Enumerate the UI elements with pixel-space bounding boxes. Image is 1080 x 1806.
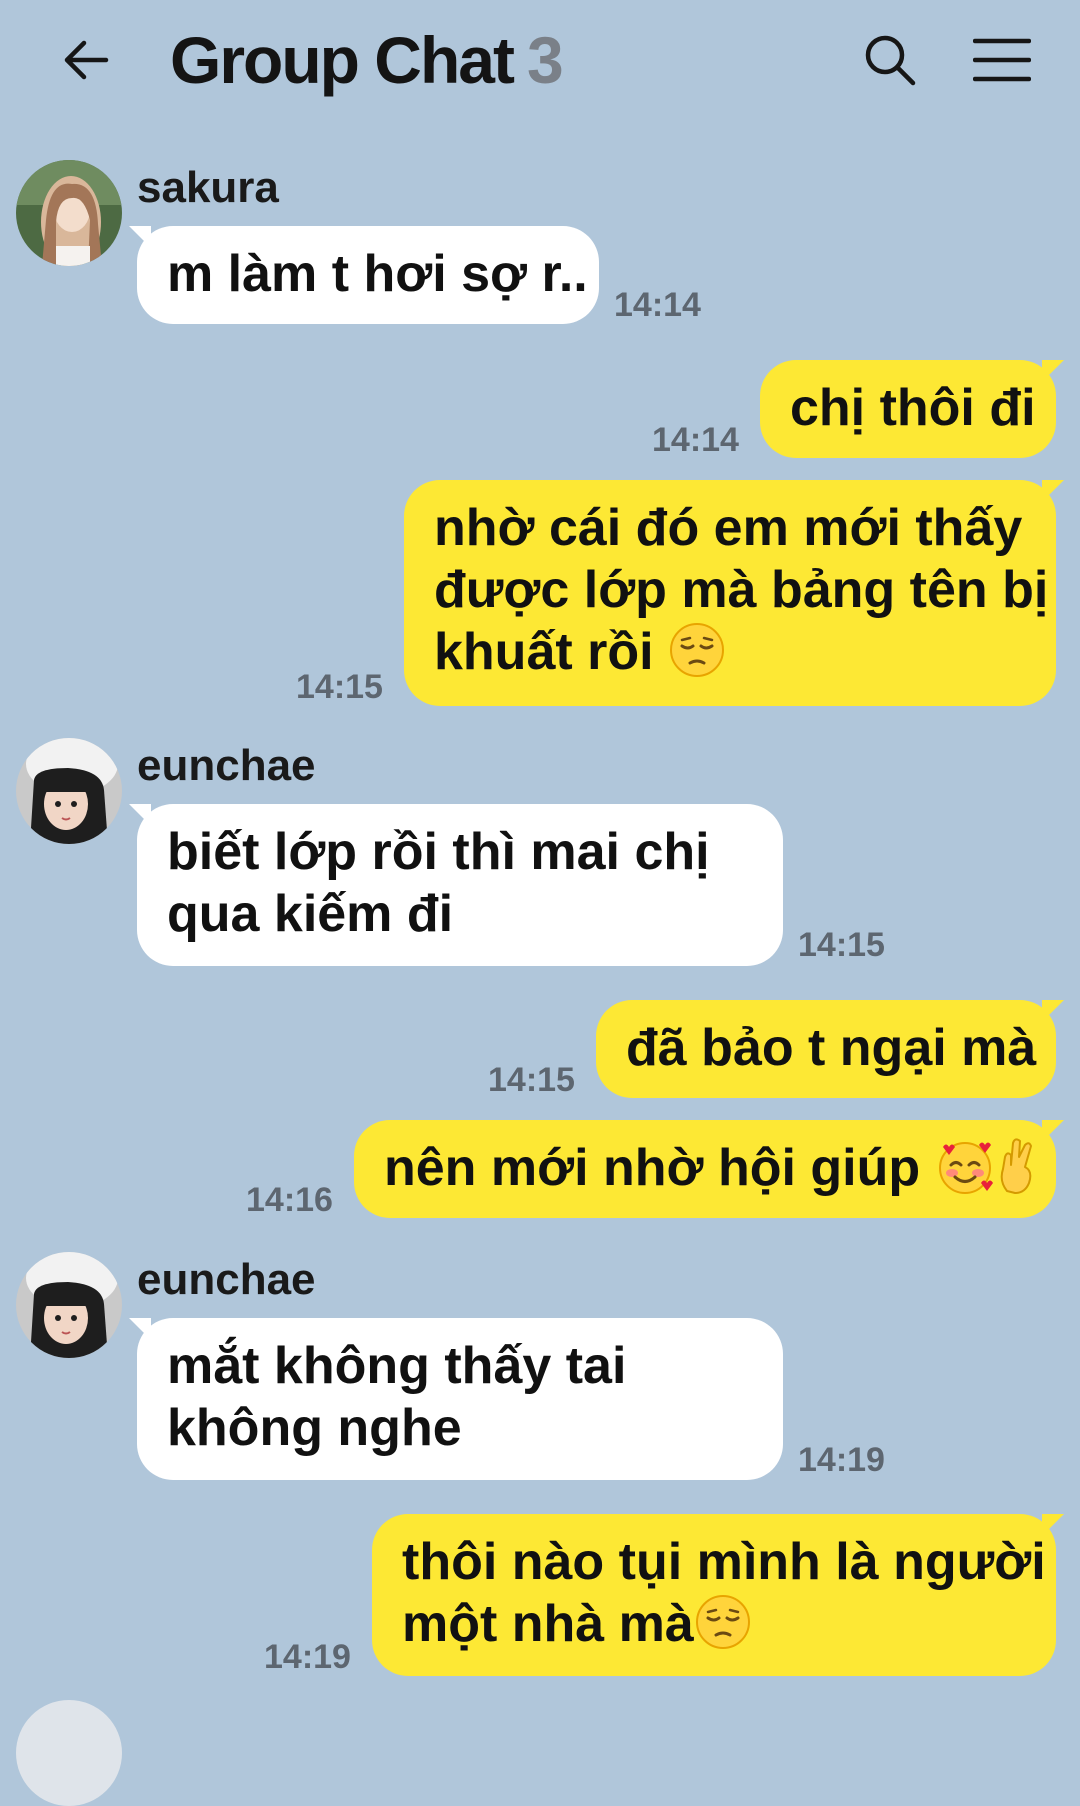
arrow-left-icon [64, 40, 109, 80]
page-title: Group Chat 3 [170, 22, 564, 98]
chat-header: Group Chat 3 [0, 0, 1080, 130]
message-bubble[interactable]: đã bảo t ngại mà [596, 1000, 1064, 1098]
sender-name: eunchae [137, 741, 316, 790]
message-text: chị thôi đi [790, 379, 1036, 437]
avatar[interactable] [16, 1700, 122, 1806]
message-line: mắt không thấy tai [167, 1337, 627, 1395]
message-bubble[interactable]: mắt không thấy tai không nghe [129, 1318, 783, 1480]
sender-name: eunchae [137, 1255, 316, 1304]
avatar-sakura[interactable] [16, 160, 122, 266]
message-time: 14:15 [488, 1061, 575, 1099]
message-time: 14:14 [652, 421, 739, 459]
message-time: 14:14 [614, 286, 701, 324]
message-line: được lớp mà bảng tên bị [434, 561, 1049, 619]
message-text: nên mới nhờ hội giúp [384, 1139, 921, 1197]
message-time: 14:15 [296, 668, 383, 706]
message-time: 14:19 [798, 1441, 885, 1479]
avatar-eunchae[interactable] [16, 1252, 122, 1358]
pensive-face-icon [668, 621, 726, 693]
message-bubble[interactable]: nên mới nhờ hội giúp [354, 1120, 1064, 1218]
message-bubble[interactable]: m làm t hơi sợ r.. [129, 226, 599, 324]
message-line: thôi nào tụi mình là người [402, 1533, 1046, 1591]
message-line: biết lớp rồi thì mai chị [167, 823, 710, 881]
crossed-fingers-icon [995, 1137, 1039, 1209]
message-bubble[interactable]: chị thôi đi [760, 360, 1064, 458]
member-count: 3 [526, 23, 564, 97]
smiling-face-with-hearts-icon [935, 1137, 995, 1209]
message-bubble[interactable]: biết lớp rồi thì mai chị qua kiếm đi [129, 804, 783, 966]
message-line: qua kiếm đi [167, 885, 454, 943]
search-button[interactable] [850, 24, 930, 96]
hamburger-menu-icon [973, 38, 1031, 82]
message-time: 14:16 [246, 1181, 333, 1219]
search-icon [865, 35, 916, 86]
message-line: nhờ cái đó em mới thấy [434, 499, 1023, 557]
pensive-face-icon [694, 1593, 752, 1665]
menu-button[interactable] [964, 24, 1040, 96]
message-line: không nghe [167, 1399, 462, 1457]
back-button[interactable] [50, 24, 122, 96]
message-line: khuất rồi [434, 623, 654, 681]
avatar-eunchae[interactable] [16, 738, 122, 844]
message-time: 14:15 [798, 926, 885, 964]
sender-name: sakura [137, 163, 279, 212]
message-time: 14:19 [264, 1638, 351, 1676]
message-text: đã bảo t ngại mà [626, 1019, 1037, 1077]
message-line: một nhà mà [402, 1595, 694, 1653]
message-text: m làm t hơi sợ r.. [167, 245, 588, 303]
message-bubble[interactable]: nhờ cái đó em mới thấy được lớp mà bảng … [404, 480, 1064, 706]
chat-title: Group Chat [170, 23, 515, 97]
message-bubble[interactable]: thôi nào tụi mình là người một nhà mà [372, 1514, 1064, 1676]
